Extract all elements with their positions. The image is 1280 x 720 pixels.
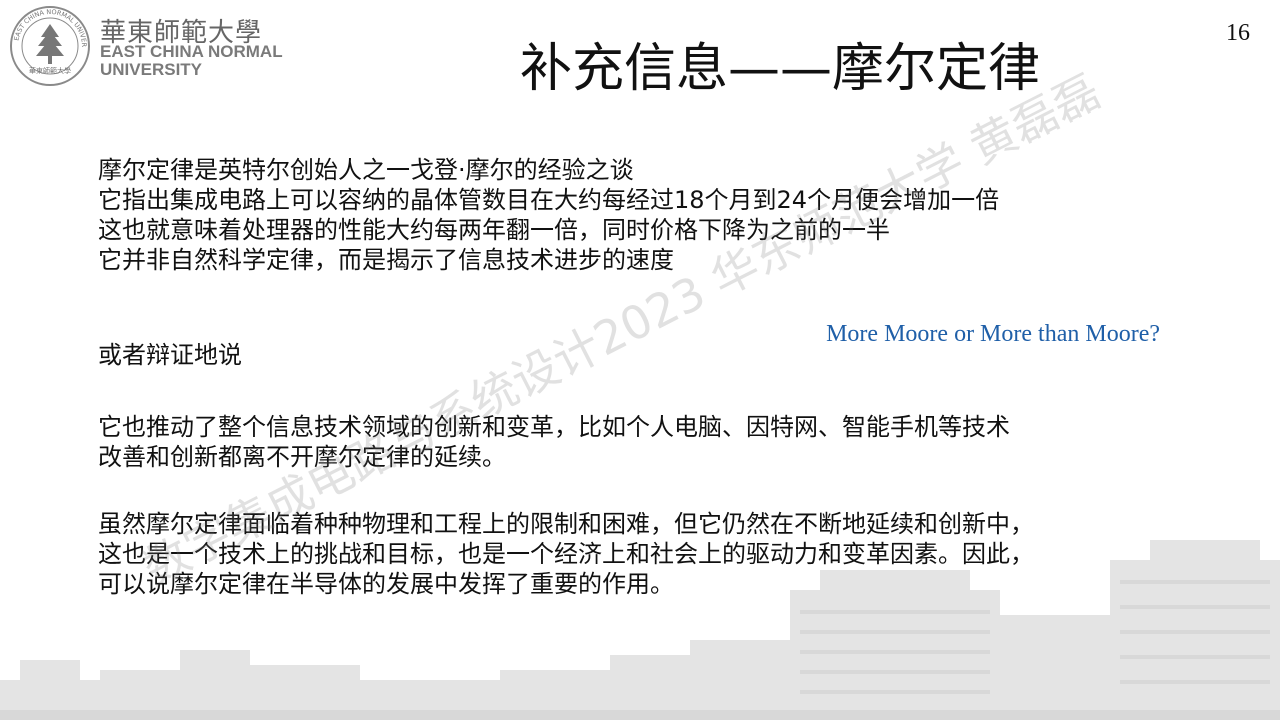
logo-english-line1: EAST CHINA NORMAL xyxy=(100,42,283,61)
seal-bottom-text: 華東師範大學 xyxy=(29,66,71,75)
logo-english-line2: UNIVERSITY xyxy=(100,60,203,79)
more-moore-callout: More Moore or More than Moore? xyxy=(826,321,1160,347)
pine-tree-icon xyxy=(36,24,64,64)
text-line: 它也推动了整个信息技术领域的创新和变革，比如个人电脑、因特网、智能手机等技术 xyxy=(98,413,1010,441)
university-seal-icon: EAST CHINA NORMAL UNIVERSITY 華東師範大學 xyxy=(8,4,90,86)
text-line: 它并非自然科学定律，而是揭示了信息技术进步的速度 xyxy=(98,246,674,274)
page-number: 16 xyxy=(1226,20,1250,46)
paragraph-challenges: 虽然摩尔定律面临着种种物理和工程上的限制和困难，但它仍然在不断地延续和创新中， … xyxy=(98,509,1034,599)
paragraph-moore-law-definition: 摩尔定律是英特尔创始人之一戈登·摩尔的经验之谈 它指出集成电路上可以容纳的晶体管… xyxy=(98,155,999,275)
text-line: 虽然摩尔定律面临着种种物理和工程上的限制和困难，但它仍然在不断地延续和创新中， xyxy=(98,510,1034,538)
text-line: 或者辩证地说 xyxy=(98,341,242,369)
text-line: 这也是一个技术上的挑战和目标，也是一个经济上和社会上的驱动力和变革因素。因此， xyxy=(98,540,1034,568)
slide-title: 补充信息——摩尔定律 xyxy=(519,39,1040,99)
logo-english-name: EAST CHINA NORMAL UNIVERSITY xyxy=(100,43,283,79)
text-line: 这也就意味着处理器的性能大约每两年翻一倍，同时价格下降为之前的一半 xyxy=(98,216,890,244)
text-line: 摩尔定律是英特尔创始人之一戈登·摩尔的经验之谈 xyxy=(98,156,634,184)
paragraph-dialectic: 或者辩证地说 xyxy=(98,340,242,370)
paragraph-innovation: 它也推动了整个信息技术领域的创新和变革，比如个人电脑、因特网、智能手机等技术 改… xyxy=(98,412,1010,472)
text-line: 它指出集成电路上可以容纳的晶体管数目在大约每经过18个月到24个月便会增加一倍 xyxy=(98,186,1000,214)
slide: EAST CHINA NORMAL UNIVERSITY 華東師範大學 華東師範… xyxy=(0,0,1280,720)
text-line: 可以说摩尔定律在半导体的发展中发挥了重要的作用。 xyxy=(98,570,674,598)
text-line: 改善和创新都离不开摩尔定律的延续。 xyxy=(98,443,506,471)
university-logo: EAST CHINA NORMAL UNIVERSITY 華東師範大學 華東師範… xyxy=(8,4,308,88)
